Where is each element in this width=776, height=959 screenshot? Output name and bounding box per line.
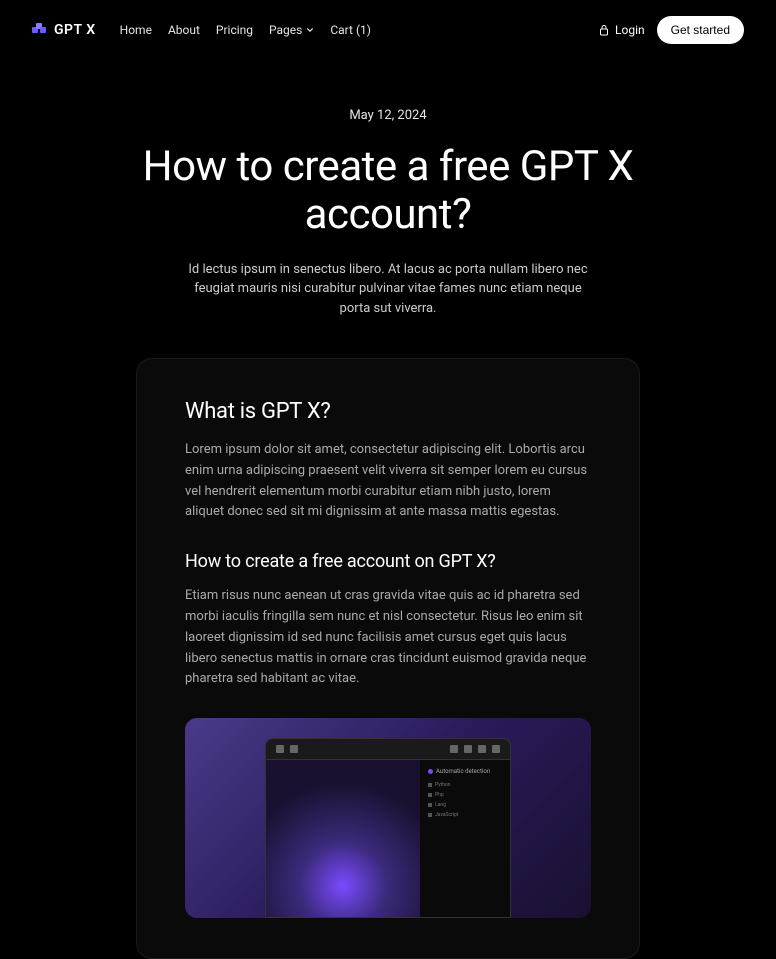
expand-icon xyxy=(450,745,458,753)
section-2-title: How to create a free account on GPT X? xyxy=(185,551,591,572)
page-title: How to create a free GPT X account? xyxy=(80,143,696,240)
mock-sidebar-item: Python xyxy=(428,782,502,788)
mock-sidebar-item: JavaScript xyxy=(428,812,502,818)
login-link[interactable]: Login xyxy=(599,23,645,37)
lock-icon xyxy=(599,24,609,36)
page-subtitle: Id lectus ipsum in senectus libero. At l… xyxy=(178,260,598,319)
hero-section: May 12, 2024 How to create a free GPT X … xyxy=(0,60,776,358)
navigation-bar: GPT X Home About Pricing Pages Cart (1) … xyxy=(0,0,776,60)
section-1-title: What is GPT X? xyxy=(185,399,591,424)
close-icon xyxy=(478,745,486,753)
article-date: May 12, 2024 xyxy=(80,108,696,123)
logo-text: GPT X xyxy=(54,22,96,38)
more-icon xyxy=(492,745,500,753)
content-card: What is GPT X? Lorem ipsum dolor sit ame… xyxy=(136,358,640,959)
chevron-down-icon xyxy=(306,26,314,34)
nav-link-home[interactable]: Home xyxy=(120,23,152,37)
menu-icon xyxy=(290,745,298,753)
play-icon xyxy=(276,745,284,753)
nav-link-about[interactable]: About xyxy=(168,23,200,37)
mock-toolbar xyxy=(266,739,510,760)
nav-links: Home About Pricing Pages Cart (1) xyxy=(120,23,371,37)
nav-link-cart[interactable]: Cart (1) xyxy=(330,23,371,37)
mock-main-area xyxy=(266,760,420,917)
logo[interactable]: GPT X xyxy=(32,22,96,38)
mock-sidebar-item: Lang xyxy=(428,802,502,808)
mock-content: Automatic detection Python Php Lang Java… xyxy=(266,760,510,917)
get-started-button[interactable]: Get started xyxy=(657,16,744,44)
refresh-icon xyxy=(464,745,472,753)
mock-sidebar: Automatic detection Python Php Lang Java… xyxy=(420,760,510,917)
nav-right: Login Get started xyxy=(599,16,744,44)
article-image: Automatic detection Python Php Lang Java… xyxy=(185,718,591,918)
section-1-body: Lorem ipsum dolor sit amet, consectetur … xyxy=(185,440,591,523)
mock-sidebar-title: Automatic detection xyxy=(428,768,502,775)
logo-icon xyxy=(32,23,46,37)
nav-link-pricing[interactable]: Pricing xyxy=(216,23,253,37)
section-2-body: Etiam risus nunc aenean ut cras gravida … xyxy=(185,586,591,690)
nav-link-pages[interactable]: Pages xyxy=(269,23,314,37)
mock-sidebar-item: Php xyxy=(428,792,502,798)
mock-app-window: Automatic detection Python Php Lang Java… xyxy=(265,738,511,918)
